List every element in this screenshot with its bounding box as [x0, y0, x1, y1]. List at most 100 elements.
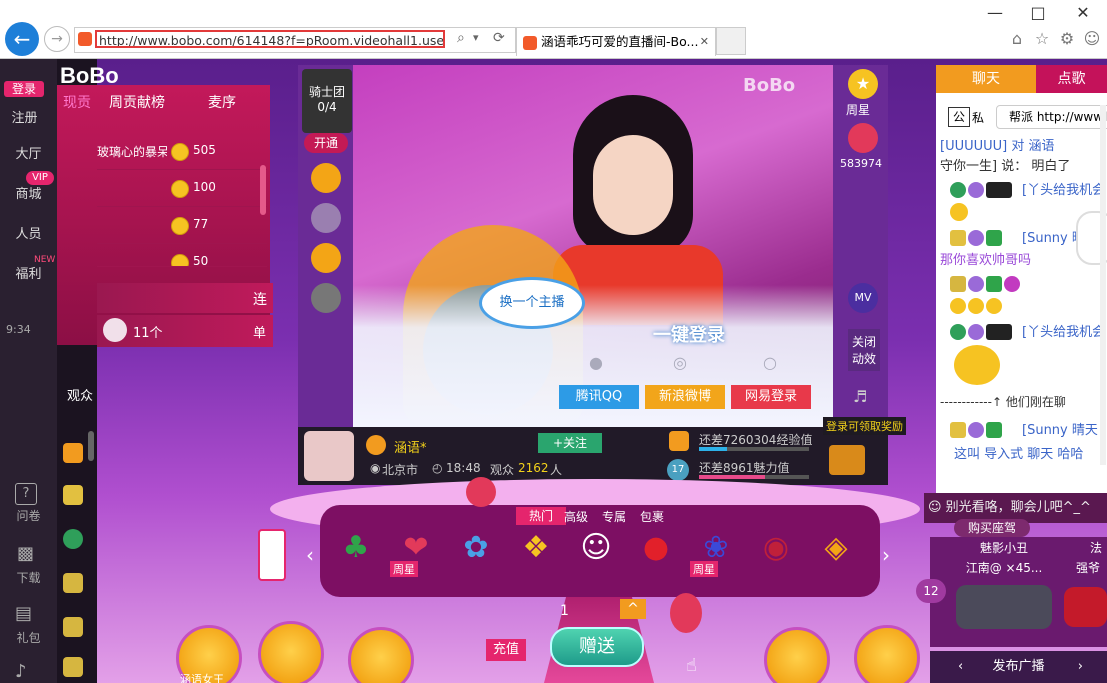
rank-row[interactable]: 玻璃心的暴呆2... 505 [97, 133, 267, 170]
chevron-left-icon[interactable]: ‹ [306, 543, 314, 567]
back-button[interactable]: ← [5, 22, 39, 56]
chat-line: 这叫 导入式 聊天 哈哈 [954, 447, 1084, 462]
camera-feed[interactable]: BoBo 换一个主播 一键登录 ● ◎ ○ 腾讯QQ 新浪微博 网易登录 [353, 65, 833, 427]
browser-tab[interactable]: 涵语乖巧可爱的直播间-Bo... ✕ [516, 27, 716, 56]
anchor-avatar[interactable] [304, 431, 354, 481]
star-icon[interactable]: ☆ [1031, 28, 1053, 50]
scrollbar[interactable] [88, 431, 94, 461]
nav-people[interactable]: 人员 [0, 223, 57, 242]
close-effect-button[interactable]: 关闭 动效 [848, 329, 881, 371]
chat-scrollbar[interactable] [1100, 105, 1106, 465]
rose-icon[interactable] [848, 123, 878, 153]
anchor-time: 18:48 [446, 461, 481, 475]
candy-gift-icon[interactable]: ❖ [510, 521, 562, 573]
apple-gift-icon[interactable]: ● [630, 521, 682, 573]
gift-quantity[interactable]: 1 [560, 603, 569, 619]
private-toggle[interactable]: 私 [972, 109, 984, 126]
open-knights-button[interactable]: 开通 [304, 133, 348, 153]
nav-download[interactable]: 下载 [0, 569, 57, 586]
lucky-cat-gift-icon[interactable]: ☺ [570, 521, 622, 573]
chat-time: 9:34 [6, 323, 31, 336]
knight-seat-avatar[interactable] [311, 203, 341, 233]
lotus-gift-icon[interactable]: ✿ [450, 521, 502, 573]
chevron-left-icon: ‹ [958, 659, 964, 674]
mv-button[interactable]: MV [848, 283, 878, 313]
clover-gift-icon[interactable]: ♣ [330, 521, 382, 573]
smiley-icon[interactable]: ☺ [1081, 28, 1103, 50]
buy-seat-button[interactable]: 购买座驾 [954, 519, 1030, 537]
level-progress: 还差7260304经验值 17 还差8961魅力值 [633, 427, 888, 485]
tab-week-rank[interactable]: 周贡献榜 [97, 85, 177, 121]
gift-box-icon[interactable]: ▤ [15, 603, 32, 624]
gift-bar: 热门 高级 专属 包裹 ‹ › ♣ ❤ 周星 ✿ ❖ ☺ ● ❀ 周星 ◉ ◈ [306, 505, 890, 597]
week-star-icon[interactable]: ★ [848, 69, 878, 99]
bell-icon[interactable]: ♪ [15, 661, 27, 682]
forward-button[interactable]: → [44, 26, 70, 52]
chevron-right-icon[interactable]: › [882, 543, 890, 567]
volume-icon[interactable]: ♬ [853, 387, 867, 406]
question-icon[interactable]: ? [15, 483, 37, 505]
emoji-icon [950, 203, 968, 221]
login-reward-tip[interactable]: 登录可领取奖励 [823, 417, 906, 435]
tab-song[interactable]: 点歌 [1036, 65, 1107, 93]
treasure-chest-icon[interactable] [829, 445, 865, 475]
car-image[interactable] [1064, 587, 1107, 627]
nav-gift[interactable]: 礼包 [0, 629, 57, 646]
dropdown-icon[interactable]: ▾ [473, 31, 479, 44]
nav-welfare[interactable]: 福利 [0, 263, 57, 282]
seat-count-button[interactable]: 12 [916, 579, 946, 603]
rank-row[interactable]: 100 [97, 170, 267, 207]
tab-current-rank[interactable]: 现贡献榜 [57, 85, 97, 121]
maximize-button[interactable]: □ [1018, 2, 1058, 24]
nav-store[interactable]: 商城 [0, 183, 57, 202]
site-favicon-icon [78, 32, 92, 46]
new-tab-button[interactable] [716, 27, 746, 55]
knight-seat-avatar[interactable] [311, 243, 341, 273]
rank-row[interactable]: 50 [97, 244, 267, 267]
switch-anchor-button[interactable]: 换一个主播 [479, 277, 585, 329]
register-link[interactable]: 注册 [0, 107, 53, 126]
apple-badge [986, 181, 1012, 198]
wine-gift-icon[interactable]: ◉ [750, 521, 802, 573]
refresh-icon[interactable]: ⟳ [493, 30, 505, 46]
url-text[interactable]: http://www.bobo.com/614148?f=pRoom.video… [95, 30, 445, 48]
address-bar[interactable]: http://www.bobo.com/614148?f=pRoom.video… [74, 27, 516, 53]
tab-chat[interactable]: 聊天 [936, 65, 1036, 93]
nav-hall[interactable]: 大厅 [0, 143, 57, 162]
knights-panel[interactable]: 骑士团 0/4 [302, 69, 352, 133]
follow-button[interactable]: +关注 [538, 433, 602, 453]
rank-row[interactable]: 77 [97, 207, 267, 244]
combo-label: 连 [253, 292, 267, 308]
charm-label: 还差8961魅力值 [699, 461, 790, 475]
magic-jar-gift-icon[interactable]: ◈ [810, 521, 862, 573]
android-icon[interactable]: ▩ [17, 543, 34, 564]
netease-login-button[interactable]: 网易登录 [731, 385, 811, 409]
week-star-tag: 周星 [390, 561, 418, 577]
minimize-button[interactable]: — [975, 2, 1015, 24]
knight-seat-avatar[interactable] [311, 283, 341, 313]
send-gift-button[interactable]: 赠送 [550, 627, 644, 667]
qq-login-button[interactable]: 腾讯QQ [559, 385, 639, 409]
emoji-icon [968, 297, 984, 314]
broadcast-button[interactable]: ‹ 发布广播 › [930, 651, 1107, 683]
close-window-button[interactable]: ✕ [1063, 2, 1103, 24]
login-button[interactable]: 登录 [4, 81, 44, 97]
announcement-banner[interactable]: 帮派 http://www.bobo.com [996, 105, 1107, 129]
chat-panel: 聊天 点歌 公 私 帮派 http://www.bobo.com [UUUUUU… [936, 65, 1107, 505]
quantity-dropdown-icon[interactable]: ^ [620, 599, 646, 619]
close-tab-icon[interactable]: ✕ [700, 28, 709, 56]
tab-mic-queue[interactable]: 麦序 [187, 85, 257, 121]
public-toggle[interactable]: 公 [948, 107, 970, 127]
car-image[interactable] [956, 585, 1052, 629]
scrollbar[interactable] [260, 165, 266, 215]
gear-icon[interactable]: ⚙ [1056, 28, 1078, 50]
smiley-icon[interactable]: ☺ [928, 500, 942, 515]
knight-seat-avatar[interactable] [311, 163, 341, 193]
weibo-login-button[interactable]: 新浪微博 [645, 385, 725, 409]
arrow-right-icon: → [51, 31, 63, 47]
audience-label: 观众 [67, 389, 94, 404]
search-icon[interactable]: ⌕ [457, 30, 465, 46]
home-icon[interactable]: ⌂ [1006, 28, 1028, 50]
recharge-button[interactable]: 充值 [486, 639, 526, 661]
nav-feedback[interactable]: 问卷 [0, 507, 57, 524]
